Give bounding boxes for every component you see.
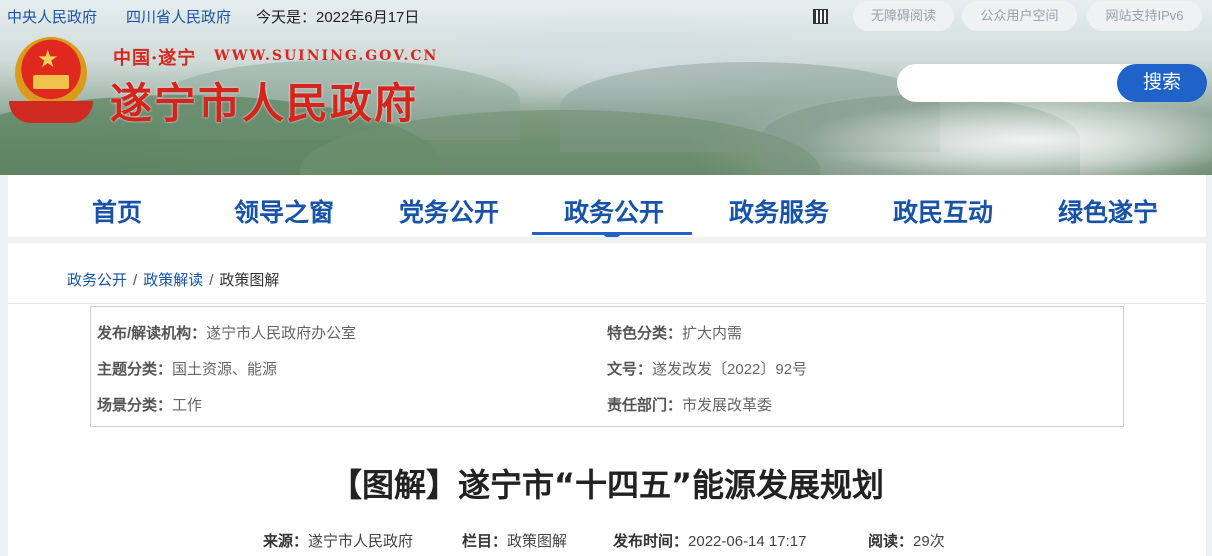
breadcrumb: 政务公开 / 政策解读 / 政策图解 [67,269,279,290]
meta-value: 遂宁市人民政府办公室 [206,325,357,342]
meta-docno: 文号：遂发改发〔2022〕92号 [607,358,807,379]
meta-label: 特色分类： [607,325,683,342]
main-nav: 首页 领导之窗 党务公开 政务公开 政务服务 政民互动 绿色遂宁 [8,175,1206,243]
breadcrumb-item[interactable]: 政策解读 [143,272,203,289]
info-label: 阅读： [868,533,914,550]
divider [8,303,1206,304]
breadcrumb-item[interactable]: 政务公开 [67,272,127,289]
national-emblem-icon: ★ [9,37,93,127]
top-bar: 中央人民政府 四川省人民政府 今天是：2022年6月17日 无障碍阅读 公众用户… [0,0,1212,32]
meta-label: 发布/解读机构： [97,325,207,342]
user-space-button[interactable]: 公众用户空间 [962,1,1077,31]
meta-value: 市发展改革委 [682,397,773,414]
info-label: 来源： [263,533,309,550]
article-source: 来源：遂宁市人民政府 [263,530,413,551]
meta-label: 主题分类： [97,361,173,378]
meta-scene: 场景分类：工作 [97,394,202,415]
brand-url: WWW.SUINING.GOV.CN [214,48,439,64]
today-date: 今天是：2022年6月17日 [256,9,420,26]
meta-topic: 主题分类：国土资源、能源 [97,358,277,379]
info-label: 发布时间： [613,533,689,550]
nav-interaction[interactable]: 政民互动 [893,193,993,229]
info-label: 栏目： [462,533,508,550]
nav-green-suining[interactable]: 绿色遂宁 [1058,193,1158,229]
breadcrumb-current: 政策图解 [219,272,280,289]
search-button[interactable]: 搜索 [1117,64,1207,102]
info-value: 政策图解 [507,533,568,550]
search-input[interactable] [897,64,1137,102]
meta-value: 国土资源、能源 [172,361,278,378]
nav-divider [8,237,1206,243]
info-value: 遂宁市人民政府 [308,533,414,550]
meta-label: 文号： [607,361,653,378]
nav-government-affairs[interactable]: 政务公开 [564,193,664,229]
nav-party-affairs[interactable]: 党务公开 [399,193,499,229]
accessibility-button[interactable]: 无障碍阅读 [853,1,954,31]
info-value: 29次 [913,533,945,550]
meta-value: 扩大内需 [682,325,743,342]
meta-department: 责任部门：市发展改革委 [607,394,772,415]
meta-value: 遂发改发〔2022〕92号 [652,361,808,378]
meta-publisher: 发布/解读机构：遂宁市人民政府办公室 [97,322,356,343]
breadcrumb-separator: / [133,272,138,289]
info-value: 2022-06-14 17:17 [688,533,807,550]
nav-home[interactable]: 首页 [92,193,142,229]
document-meta-box: 发布/解读机构：遂宁市人民政府办公室 特色分类：扩大内需 主题分类：国土资源、能… [90,306,1124,427]
qr-code-icon[interactable] [813,9,828,24]
central-government-link[interactable]: 中央人民政府 [7,6,97,27]
banner-mist [800,100,1212,175]
article-title: 【图解】遂宁市“十四五”能源发展规划 [329,466,885,504]
article-publish-time: 发布时间：2022-06-14 17:17 [613,530,806,551]
nav-leaders[interactable]: 领导之窗 [234,193,334,229]
article-read-count: 阅读：29次 [868,530,945,551]
site-title: 遂宁市人民政府 [110,79,419,128]
meta-label: 责任部门： [607,397,683,414]
article-column: 栏目：政策图解 [462,530,567,551]
meta-feature: 特色分类：扩大内需 [607,322,742,343]
ipv6-badge[interactable]: 网站支持IPv6 [1087,1,1202,31]
nav-government-services[interactable]: 政务服务 [729,193,829,229]
meta-value: 工作 [172,397,203,414]
meta-label: 场景分类： [97,397,173,414]
main-content: 首页 领导之窗 党务公开 政务公开 政务服务 政民互动 绿色遂宁 政务公开 / 政策… [8,175,1206,556]
breadcrumb-separator: / [209,272,214,289]
brand-subtitle: 中国·遂宁 [113,48,197,69]
sichuan-government-link[interactable]: 四川省人民政府 [126,6,231,27]
